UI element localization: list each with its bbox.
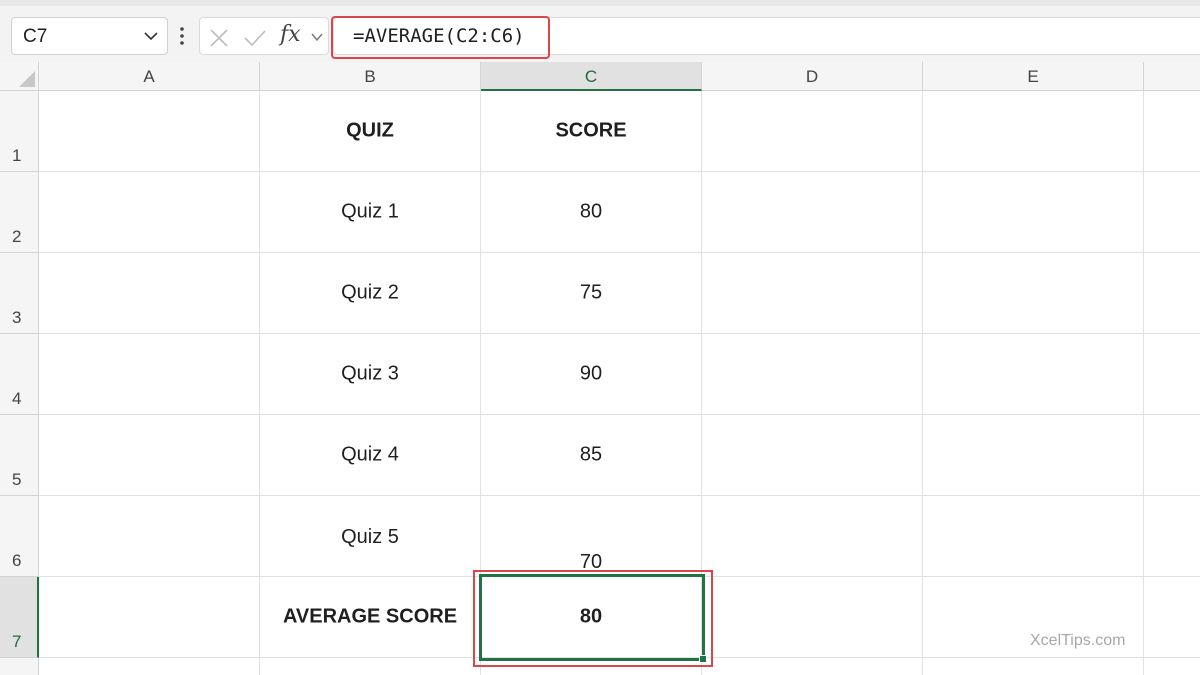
cell-b4[interactable]: Quiz 3 [260,334,481,415]
cell-e3[interactable] [923,253,1144,334]
cell-d3[interactable] [702,253,923,334]
cell-f2[interactable] [1144,172,1200,253]
cell-c6[interactable]: 70 [481,496,702,577]
cell-d2[interactable] [702,172,923,253]
row-header-4[interactable]: 4 [0,334,39,415]
row-header-1[interactable]: 1 [0,91,39,172]
row-number: 2 [12,227,22,246]
name-box-value: C7 [23,26,48,47]
row-header-2[interactable]: 2 [0,172,39,253]
column-header-c[interactable]: C [481,62,702,91]
row-header-3[interactable]: 3 [0,253,39,334]
column-header-d[interactable]: D [702,62,923,91]
cell-c5[interactable]: 85 [481,415,702,496]
row-header-6[interactable]: 6 [0,496,39,577]
cell-a1[interactable] [39,91,260,172]
name-box[interactable]: C7 [11,17,168,55]
cell-d8[interactable] [702,658,923,675]
cell-highlight-box [473,570,713,667]
cancel-icon[interactable] [209,28,229,48]
column-header-f[interactable] [1144,62,1200,91]
row-number: 1 [12,146,22,165]
more-options-icon[interactable] [177,20,187,52]
cell-c3[interactable]: 75 [481,253,702,334]
formula-bar: C7 fx =AVERAGE(C2:C6) [0,6,1200,62]
cell-text: Quiz 3 [341,362,399,385]
cell-text: 75 [579,281,603,304]
row-number: 3 [12,308,22,327]
column-header-b[interactable]: B [260,62,481,91]
cell-b8[interactable] [260,658,481,675]
cell-a3[interactable] [39,253,260,334]
row-header-7[interactable]: 7 [0,577,39,658]
cell-text: Quiz 1 [341,200,399,223]
cell-text: 80 [579,200,603,223]
cell-f5[interactable] [1144,415,1200,496]
cell-b1[interactable]: QUIZ [260,91,481,172]
cell-e6[interactable] [923,496,1144,577]
check-icon[interactable] [243,28,267,48]
cell-b5[interactable]: Quiz 4 [260,415,481,496]
formula-controls: fx [199,17,329,55]
cell-f8[interactable] [1144,658,1200,675]
cell-text: Quiz 5 [341,526,399,548]
select-all-triangle [19,71,35,87]
cell-a6[interactable] [39,496,260,577]
cell-text: 90 [579,362,603,385]
row-number: 6 [12,551,22,570]
cell-c1[interactable]: SCORE [481,91,702,172]
cell-f1[interactable] [1144,91,1200,172]
cell-text: Quiz 2 [341,281,399,304]
cell-f7[interactable] [1144,577,1200,658]
cell-text: AVERAGE SCORE [282,605,458,628]
cell-b3[interactable]: Quiz 2 [260,253,481,334]
cell-d6[interactable] [702,496,923,577]
cell-a7[interactable] [39,577,260,658]
cell-b7[interactable]: AVERAGE SCORE [260,577,481,658]
cell-f4[interactable] [1144,334,1200,415]
cell-d4[interactable] [702,334,923,415]
cell-text: 85 [579,443,603,466]
cell-e2[interactable] [923,172,1144,253]
column-header-a[interactable]: A [39,62,260,91]
cell-a5[interactable] [39,415,260,496]
cell-text: QUIZ [346,119,394,142]
formula-highlight-box [331,16,550,59]
column-header-e[interactable]: E [923,62,1144,91]
cell-e1[interactable] [923,91,1144,172]
cell-a2[interactable] [39,172,260,253]
cell-text: Quiz 4 [341,443,399,466]
cell-b6[interactable]: Quiz 5 [260,496,481,577]
cell-b2[interactable]: Quiz 1 [260,172,481,253]
cell-c4[interactable]: 90 [481,334,702,415]
cell-f6[interactable] [1144,496,1200,577]
row-header-8[interactable] [0,658,39,675]
row-number: 5 [12,470,22,489]
cell-a8[interactable] [39,658,260,675]
chevron-down-icon[interactable] [310,32,324,42]
select-all-button[interactable] [0,62,39,91]
cell-d5[interactable] [702,415,923,496]
chevron-down-icon[interactable] [143,30,159,42]
cell-d1[interactable] [702,91,923,172]
insert-function-icon[interactable]: fx [280,22,301,47]
cell-f3[interactable] [1144,253,1200,334]
watermark: XcelTips.com [1030,632,1126,649]
row-number: 4 [12,389,22,408]
row-number: 7 [12,632,22,651]
cell-c2[interactable]: 80 [481,172,702,253]
cell-e8[interactable] [923,658,1144,675]
cell-e4[interactable] [923,334,1144,415]
cell-a4[interactable] [39,334,260,415]
cell-d7[interactable] [702,577,923,658]
row-header-5[interactable]: 5 [0,415,39,496]
cell-e5[interactable] [923,415,1144,496]
cell-text: SCORE [555,119,627,142]
